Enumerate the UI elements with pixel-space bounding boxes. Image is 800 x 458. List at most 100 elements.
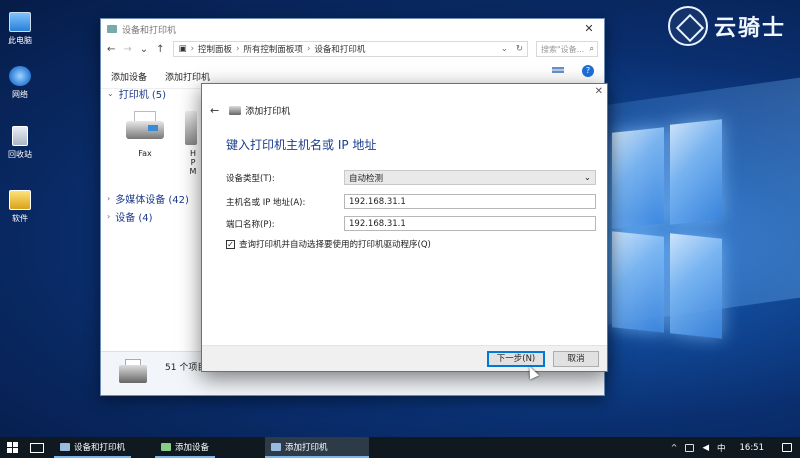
chevron-down-icon: ⌄ [583, 172, 591, 183]
device-type-label: 设备类型(T): [226, 173, 275, 184]
breadcrumb-devices-printers[interactable]: 设备和打印机 [314, 43, 365, 55]
port-row: 端口名称(P): 192.168.31.1 [226, 216, 596, 231]
device-type-row: 设备类型(T): 自动检测 ⌄ [226, 170, 596, 185]
close-icon[interactable]: ✕ [595, 86, 603, 97]
query-printer-label: 查询打印机并自动选择要使用的打印机驱动程序(Q) [239, 240, 431, 250]
system-tray: ^ ◀ 中 16:51 [671, 437, 800, 458]
up-arrow-icon[interactable]: ↑ [156, 44, 164, 55]
breadcrumb-control-panel[interactable]: 控制面板 [198, 43, 232, 55]
hostname-input[interactable]: 192.168.31.1 [344, 194, 596, 209]
control-panel-icon: ▣ [178, 44, 187, 54]
device-label: Fax [138, 149, 152, 158]
desktop-icon-network[interactable]: 网络 [0, 66, 40, 100]
desktop-icon-this-pc[interactable]: 此电脑 [0, 12, 40, 46]
taskbar-item-add-printer[interactable]: 添加打印机 [265, 437, 370, 458]
chevron-down-icon[interactable]: ⌄ [140, 44, 148, 55]
clock[interactable]: 16:51 [740, 443, 765, 453]
forward-arrow-icon[interactable]: → [123, 44, 131, 55]
recycle-bin-icon [12, 126, 28, 146]
device-type-value: 自动检测 [349, 173, 384, 184]
group-multimedia[interactable]: › 多媒体设备 (42) [107, 191, 189, 206]
chevron-up-icon[interactable]: ^ [671, 443, 678, 452]
view-options-icon[interactable] [552, 67, 564, 75]
port-name-input[interactable]: 192.168.31.1 [344, 216, 596, 231]
task-view-icon[interactable] [30, 442, 44, 453]
desktop-icon-label: 网络 [12, 90, 28, 99]
group-printers[interactable]: ⌄ 打印机 (5) [107, 86, 166, 101]
desktop-icon-label: 软件 [12, 214, 28, 223]
dialog-title: 添加打印机 [245, 107, 291, 117]
network-tray-icon[interactable] [685, 443, 695, 452]
chevron-right-icon: › [107, 194, 111, 203]
group-label: 打印机 (5) [118, 90, 167, 101]
query-printer-checkbox[interactable]: ✓ [226, 239, 235, 249]
device-type-select[interactable]: 自动检测 ⌄ [344, 170, 596, 185]
dialog-header: ← 添加打印机 [210, 104, 290, 117]
printer-icon [60, 442, 70, 451]
search-input[interactable]: 搜索"设备... ⌕ [536, 41, 598, 57]
window-title: 设备和打印机 [122, 25, 177, 36]
hostname-row: 主机名或 IP 地址(A): 192.168.31.1 [226, 194, 596, 209]
query-printer-option[interactable]: ✓ 查询打印机并自动选择要使用的打印机驱动程序(Q) [226, 238, 431, 250]
printer-icon [185, 111, 197, 145]
add-device-button[interactable]: 添加设备 [111, 70, 147, 83]
refresh-icon[interactable]: ↻ [516, 44, 523, 54]
back-arrow-icon[interactable]: ← [107, 44, 115, 55]
dialog-footer: 下一步(N) 取消 [202, 345, 607, 371]
printer-window-icon [107, 25, 117, 33]
breadcrumb-separator: › [306, 44, 311, 54]
window-titlebar: 设备和打印机 [101, 19, 604, 39]
cancel-button[interactable]: 取消 [553, 351, 599, 367]
desktop-icon-label: 回收站 [8, 150, 32, 159]
add-printer-button[interactable]: 添加打印机 [165, 70, 210, 83]
chevron-right-icon: › [107, 212, 111, 221]
fax-printer-icon [124, 111, 166, 143]
chevron-down-icon: ⌄ [107, 89, 114, 98]
knight-logo-icon [667, 6, 708, 46]
port-label: 端口名称(P): [226, 219, 275, 230]
network-icon [9, 66, 31, 86]
taskbar-item-devices-printers[interactable]: 设备和打印机 [54, 437, 132, 458]
group-devices[interactable]: › 设备 (4) [107, 209, 153, 224]
breadcrumb-all-items[interactable]: 所有控制面板项 [243, 43, 303, 55]
next-button[interactable]: 下一步(N) [487, 351, 545, 367]
desktop-icon-recycle-bin[interactable]: 回收站 [0, 126, 40, 160]
chevron-down-icon[interactable]: ⌄ [501, 44, 508, 54]
volume-icon[interactable]: ◀ [702, 443, 709, 453]
printer-icon [229, 106, 242, 115]
desktop-icon-label: 此电脑 [8, 36, 32, 45]
windows-logo-wallpaper [612, 119, 722, 339]
taskbar-item-label: 设备和打印机 [74, 442, 126, 453]
taskbar-item-label: 添加打印机 [285, 442, 328, 453]
breadcrumb-separator: › [190, 44, 194, 54]
watermark-logo: 云骑士 [667, 6, 786, 46]
printer-icon [271, 442, 282, 451]
device-fax[interactable]: Fax [117, 111, 173, 158]
printer-icon [115, 358, 151, 389]
taskbar-item-add-device[interactable]: 添加设备 [155, 437, 216, 458]
taskbar: 设备和打印机 添加设备 添加打印机 ^ ◀ 中 16:51 [0, 437, 800, 458]
add-device-icon [161, 442, 172, 451]
group-label: 多媒体设备 (42) [115, 195, 189, 206]
search-icon: ⌕ [589, 44, 594, 53]
breadcrumb-separator: › [236, 44, 240, 54]
taskbar-item-label: 添加设备 [175, 442, 210, 453]
dialog-heading: 键入打印机主机名或 IP 地址 [226, 138, 377, 152]
folder-icon [9, 190, 31, 210]
device-hp-printer[interactable]: H P M [185, 111, 201, 176]
start-button[interactable] [4, 437, 22, 458]
notification-icon[interactable] [782, 443, 792, 452]
navigation-bar: ← → ⌄ ↑ ▣ › 控制面板 › 所有控制面板项 › 设备和打印机 ⌄ ↻ … [101, 39, 604, 59]
computer-icon [9, 12, 31, 32]
add-printer-dialog: ✕ ← 添加打印机 键入打印机主机名或 IP 地址 设备类型(T): 自动检测 … [201, 83, 608, 372]
search-placeholder: 搜索"设备... [541, 44, 585, 54]
hostname-label: 主机名或 IP 地址(A): [226, 197, 306, 208]
address-bar[interactable]: ▣ › 控制面板 › 所有控制面板项 › 设备和打印机 ⌄ ↻ [172, 41, 528, 57]
desktop-icon-software[interactable]: 软件 [0, 190, 40, 224]
back-arrow-icon[interactable]: ← [210, 104, 219, 117]
watermark-text: 云骑士 [713, 15, 786, 41]
input-method-indicator[interactable]: 中 [717, 442, 726, 454]
help-icon[interactable]: ? [582, 65, 594, 77]
group-label: 设备 (4) [115, 213, 153, 224]
close-icon[interactable]: ✕ [574, 19, 604, 39]
